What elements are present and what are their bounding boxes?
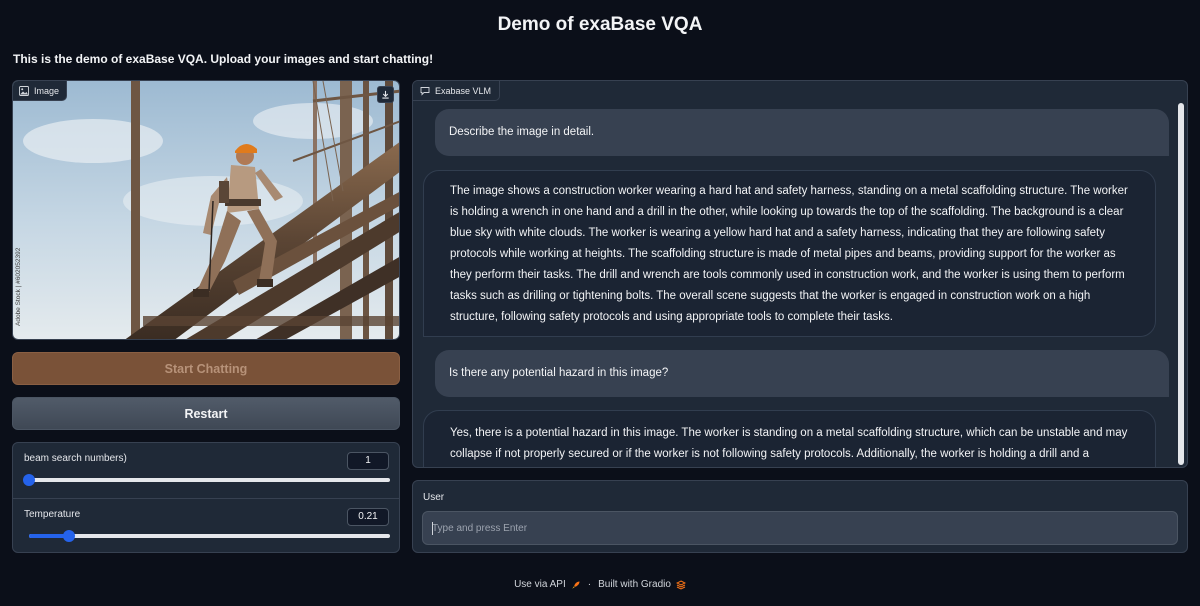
download-icon bbox=[382, 90, 389, 99]
rocket-icon bbox=[571, 581, 580, 589]
chat-icon bbox=[420, 86, 430, 96]
temperature-slider-track[interactable] bbox=[29, 530, 390, 542]
chat-message-text: The image shows a construction worker we… bbox=[450, 185, 1128, 323]
construction-worker-photo bbox=[13, 81, 399, 339]
built-with-gradio-text: Built with Gradio bbox=[598, 579, 671, 590]
chat-message-text: Describe the image in detail. bbox=[449, 126, 595, 138]
image-panel-label-text: Image bbox=[34, 85, 60, 96]
chatbot-label: Exabase VLM bbox=[413, 81, 501, 101]
footer: Use via API · Built with Gradio bbox=[0, 579, 1200, 590]
chat-message-user: Describe the image in detail. bbox=[435, 109, 1169, 156]
temperature-number-input[interactable]: 0.21 bbox=[347, 508, 389, 526]
settings-panel: beam search numbers) 1 Temperature 0.21 bbox=[12, 442, 400, 553]
user-input-label: User bbox=[423, 492, 445, 503]
built-with-gradio-link[interactable]: Built with Gradio bbox=[598, 579, 686, 590]
start-chatting-button[interactable]: Start Chatting bbox=[12, 352, 400, 385]
temperature-slider-thumb[interactable] bbox=[62, 530, 75, 542]
page-title: Demo of exaBase VQA bbox=[497, 14, 703, 35]
chat-message-text: Yes, there is a potential hazard in this… bbox=[450, 427, 1128, 460]
restart-button[interactable]: Restart bbox=[12, 397, 400, 430]
text-caret bbox=[432, 522, 433, 535]
beam-search-slider-thumb[interactable] bbox=[23, 474, 35, 486]
image-icon bbox=[19, 85, 29, 96]
page-subtitle: This is the demo of exaBase VQA. Upload … bbox=[13, 52, 434, 66]
chat-message-bot: The image shows a construction worker we… bbox=[423, 170, 1156, 337]
chat-scrollbar[interactable] bbox=[1178, 103, 1184, 465]
beam-search-number-input[interactable]: 1 bbox=[347, 452, 389, 470]
download-button[interactable] bbox=[377, 86, 394, 103]
image-panel: Image Adobe Stock | #602052392 bbox=[12, 80, 400, 340]
chatbot-panel: Exabase VLM Describe the image in detail… bbox=[412, 80, 1188, 468]
temperature-setting: Temperature 0.21 bbox=[13, 498, 399, 553]
temperature-label: Temperature bbox=[24, 509, 81, 520]
user-input-panel: User bbox=[412, 480, 1188, 553]
image-watermark: Adobe Stock | #602052392 bbox=[15, 247, 22, 326]
chat-message-text: Is there any potential hazard in this im… bbox=[449, 367, 669, 379]
chat-message-user: Is there any potential hazard in this im… bbox=[435, 350, 1169, 397]
beam-search-setting: beam search numbers) 1 bbox=[13, 443, 399, 498]
gradio-logo-icon bbox=[675, 579, 686, 590]
footer-separator: · bbox=[587, 579, 592, 590]
chatbot-label-text: Exabase VLM bbox=[435, 85, 492, 96]
beam-search-slider-track[interactable] bbox=[23, 474, 390, 486]
image-panel-label: Image bbox=[13, 81, 68, 101]
beam-search-label: beam search numbers) bbox=[24, 453, 127, 464]
use-via-api-text: Use via API bbox=[514, 579, 566, 590]
use-via-api-link[interactable]: Use via API bbox=[514, 579, 581, 590]
chat-message-bot: Yes, there is a potential hazard in this… bbox=[423, 410, 1156, 467]
user-message-input[interactable] bbox=[422, 511, 1178, 545]
